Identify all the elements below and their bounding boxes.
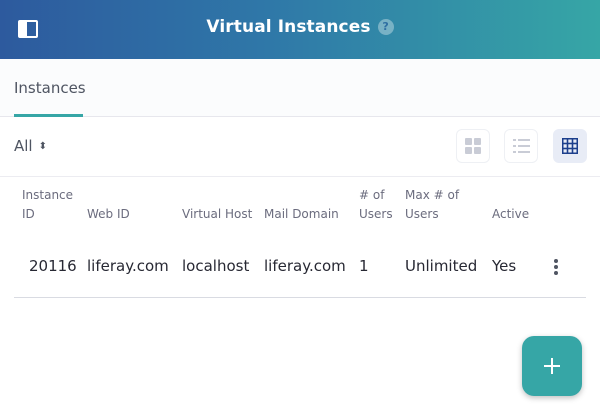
list-view-icon xyxy=(513,139,530,153)
table-header: Instance ID Web ID Virtual Host Mail Dom… xyxy=(0,186,600,230)
page-title-wrap: Virtual Instances? xyxy=(0,17,600,37)
cell-active: Yes xyxy=(492,257,517,275)
cell-instance-id: 20116 xyxy=(29,257,77,275)
table-view-icon xyxy=(562,138,578,154)
column-header-virtual-host[interactable]: Virtual Host xyxy=(182,186,252,224)
page-title: Virtual Instances xyxy=(206,17,371,37)
column-header-mail-domain[interactable]: Mail Domain xyxy=(264,186,339,224)
cell-mail-domain: liferay.com xyxy=(264,257,346,275)
cell-web-id: liferay.com xyxy=(87,257,169,275)
table-row[interactable]: 20116 liferay.com localhost liferay.com … xyxy=(14,240,586,298)
management-toolbar: All ⬍ xyxy=(0,117,600,177)
column-header-users[interactable]: # of Users xyxy=(359,186,393,224)
column-header-instance-id[interactable]: Instance ID xyxy=(22,186,73,224)
help-icon[interactable]: ? xyxy=(377,19,394,35)
cell-virtual-host: localhost xyxy=(182,257,250,275)
sort-caret-icon: ⬍ xyxy=(38,141,47,152)
cards-view-icon xyxy=(465,138,481,154)
list-view-button[interactable] xyxy=(504,129,538,163)
add-instance-button[interactable] xyxy=(522,336,582,396)
table-view-button[interactable] xyxy=(553,129,587,163)
filter-dropdown[interactable]: All ⬍ xyxy=(14,137,47,155)
cards-view-button[interactable] xyxy=(456,129,490,163)
app-header: Virtual Instances? xyxy=(0,0,600,59)
column-header-max-users[interactable]: Max # of Users xyxy=(405,186,459,224)
tab-instances[interactable]: Instances xyxy=(14,79,86,97)
row-actions-kebab-icon[interactable] xyxy=(552,259,560,277)
column-header-active[interactable]: Active xyxy=(492,186,529,224)
tab-bar: Instances xyxy=(0,59,600,117)
filter-label: All xyxy=(14,137,33,155)
column-header-web-id[interactable]: Web ID xyxy=(87,186,130,224)
cell-max-users: Unlimited xyxy=(405,257,478,275)
cell-users: 1 xyxy=(359,257,369,275)
